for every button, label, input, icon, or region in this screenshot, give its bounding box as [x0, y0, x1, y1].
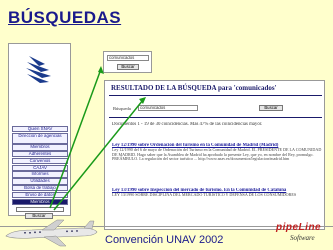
connector-arrows: [49, 66, 146, 211]
pipeline-logo: pipeLine Software: [268, 221, 330, 247]
arrow-line-to-results: [53, 99, 144, 211]
arrow-line-to-search: [49, 68, 102, 209]
airplane-icon: [5, 219, 98, 247]
pipeline-logo-sub: Software: [290, 234, 315, 242]
pipeline-logo-name: pipeLine: [276, 222, 322, 233]
footer-caption: Convención UNAV 2002: [105, 234, 224, 246]
